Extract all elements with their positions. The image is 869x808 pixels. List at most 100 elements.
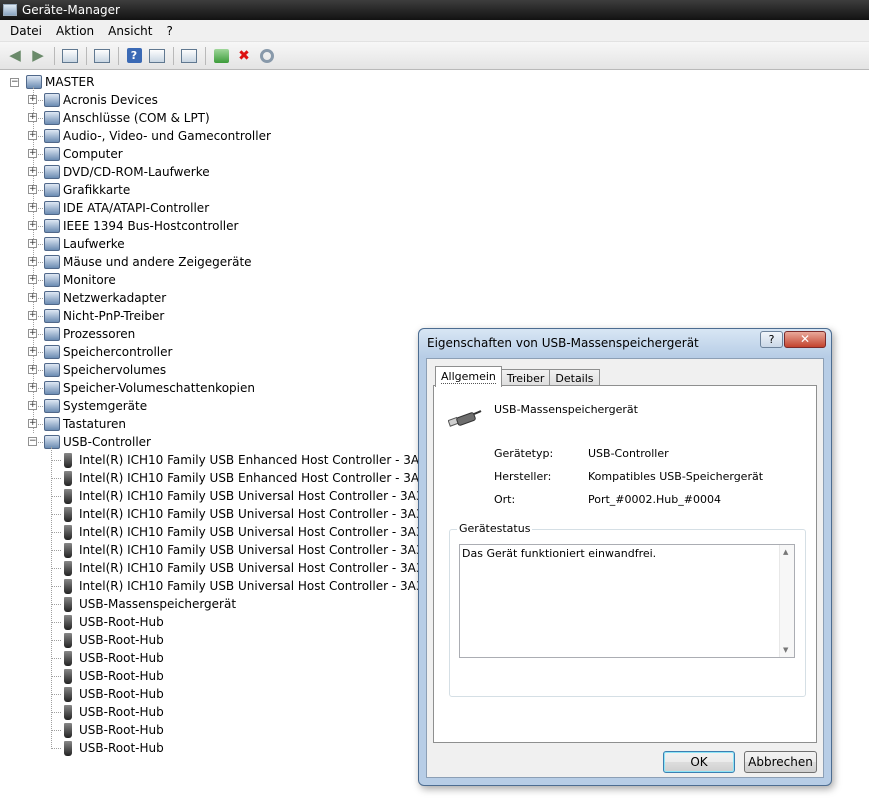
usb-device-item[interactable]: Intel(R) ICH10 Family USB Universal Host…: [60, 505, 431, 523]
expand-button[interactable]: +: [28, 203, 37, 212]
expand-button[interactable]: +: [28, 275, 37, 284]
tree-category[interactable]: Netzwerkadapter: [44, 289, 166, 307]
scroll-down-icon[interactable]: ▼: [783, 646, 788, 654]
menu-ansicht[interactable]: Ansicht: [101, 21, 159, 41]
forward-arrow-icon: ▶: [32, 46, 44, 64]
usb-connector-icon: [64, 524, 72, 540]
usb-device-item[interactable]: Intel(R) ICH10 Family USB Universal Host…: [60, 577, 431, 595]
expand-button[interactable]: +: [28, 347, 37, 356]
expand-button[interactable]: +: [28, 401, 37, 410]
usb-device-item[interactable]: USB-Root-Hub: [60, 685, 164, 703]
dialog-close-button[interactable]: ✕: [784, 331, 826, 348]
tree-category-label: Anschlüsse (COM & LPT): [63, 111, 210, 125]
cancel-button[interactable]: Abbrechen: [744, 751, 817, 773]
dialog-title-bar[interactable]: Eigenschaften von USB-Massenspeichergerä…: [419, 329, 831, 357]
tree-category[interactable]: Monitore: [44, 271, 116, 289]
expand-button[interactable]: +: [28, 95, 37, 104]
scroll-up-icon[interactable]: ▲: [783, 548, 788, 556]
usb-connector-icon: [64, 542, 72, 558]
tab-allgemein[interactable]: Allgemein: [435, 366, 502, 387]
menu-help[interactable]: ?: [159, 21, 179, 41]
tree-category-label: Speichervolumes: [63, 363, 167, 377]
category-icon: [44, 147, 60, 161]
usb-device-item[interactable]: Intel(R) ICH10 Family USB Universal Host…: [60, 487, 431, 505]
tree-category-label: DVD/CD-ROM-Laufwerke: [63, 165, 210, 179]
expand-button[interactable]: +: [28, 293, 37, 302]
tree-category[interactable]: Grafikkarte: [44, 181, 130, 199]
menu-datei[interactable]: Datei: [3, 21, 49, 41]
usb-device-item[interactable]: USB-Root-Hub: [60, 631, 164, 649]
expand-button[interactable]: +: [28, 419, 37, 428]
help-button[interactable]: ?: [123, 45, 145, 67]
expand-button[interactable]: +: [28, 131, 37, 140]
expand-button[interactable]: +: [28, 113, 37, 122]
tree-category[interactable]: Audio-, Video- und Gamecontroller: [44, 127, 271, 145]
console-tree-button[interactable]: [59, 45, 81, 67]
tree-category[interactable]: Speichercontroller: [44, 343, 172, 361]
disable-device-button[interactable]: ✖: [233, 45, 255, 67]
update-driver-button[interactable]: [210, 45, 232, 67]
tree-category[interactable]: DVD/CD-ROM-Laufwerke: [44, 163, 210, 181]
tree-category[interactable]: Speichervolumes: [44, 361, 166, 379]
forward-button[interactable]: ▶: [27, 45, 49, 67]
tree-root[interactable]: MASTER: [26, 73, 94, 91]
usb-device-item[interactable]: Intel(R) ICH10 Family USB Universal Host…: [60, 559, 431, 577]
tree-category-label: Nicht-PnP-Treiber: [63, 309, 165, 323]
dialog-help-button[interactable]: ?: [760, 331, 783, 348]
usb-device-item[interactable]: USB-Root-Hub: [60, 703, 164, 721]
usb-device-item[interactable]: USB-Root-Hub: [60, 649, 164, 667]
tree-category[interactable]: Nicht-PnP-Treiber: [44, 307, 164, 325]
uninstall-device-button[interactable]: [256, 45, 278, 67]
category-icon: [44, 93, 60, 107]
tree-category[interactable]: Mäuse und andere Zeigegeräte: [44, 253, 252, 271]
expand-button[interactable]: +: [28, 365, 37, 374]
usb-device-item[interactable]: USB-Root-Hub: [60, 613, 164, 631]
usb-device-item[interactable]: Intel(R) ICH10 Family USB Universal Host…: [60, 523, 431, 541]
expand-button[interactable]: +: [28, 149, 37, 158]
expand-button[interactable]: +: [28, 239, 37, 248]
scan-hardware-button[interactable]: [178, 45, 200, 67]
tree-category[interactable]: Acronis Devices: [44, 91, 158, 109]
collapse-usb-button[interactable]: −: [28, 437, 37, 446]
category-icon: [44, 129, 60, 143]
expand-button[interactable]: +: [28, 221, 37, 230]
tree-category[interactable]: IEEE 1394 Bus-Hostcontroller: [44, 217, 238, 235]
device-name: USB-Massenspeichergerät: [494, 403, 638, 416]
usb-connector-icon: [64, 704, 72, 720]
expand-button[interactable]: +: [28, 311, 37, 320]
collapse-root-button[interactable]: −: [10, 78, 19, 87]
category-icon: [44, 165, 60, 179]
tree-category[interactable]: Tastaturen: [44, 415, 126, 433]
usb-device-item[interactable]: USB-Massenspeichergerät: [60, 595, 236, 613]
usb-device-item[interactable]: USB-Root-Hub: [60, 739, 164, 757]
expand-button[interactable]: +: [28, 257, 37, 266]
usb-device-item[interactable]: Intel(R) ICH10 Family USB Enhanced Host …: [60, 451, 435, 469]
back-button[interactable]: ◀: [4, 45, 26, 67]
tree-category-label: Grafikkarte: [63, 183, 131, 197]
expand-button[interactable]: +: [28, 383, 37, 392]
tree-category[interactable]: IDE ATA/ATAPI-Controller: [44, 199, 209, 217]
show-hide-button[interactable]: [146, 45, 168, 67]
expand-button[interactable]: +: [28, 167, 37, 176]
tree-category[interactable]: Computer: [44, 145, 123, 163]
properties-button[interactable]: [91, 45, 113, 67]
usb-device-label: USB-Root-Hub: [79, 741, 164, 755]
tree-category[interactable]: Laufwerke: [44, 235, 125, 253]
tree-category[interactable]: Systemgeräte: [44, 397, 147, 415]
tree-category-label: USB-Controller: [63, 435, 151, 449]
status-scrollbar[interactable]: ▲ ▼: [779, 545, 794, 657]
tree-category[interactable]: Anschlüsse (COM & LPT): [44, 109, 210, 127]
usb-device-item[interactable]: USB-Root-Hub: [60, 667, 164, 685]
usb-device-item[interactable]: USB-Root-Hub: [60, 721, 164, 739]
usb-device-item[interactable]: Intel(R) ICH10 Family USB Enhanced Host …: [60, 469, 435, 487]
tree-category[interactable]: USB-Controller: [44, 433, 151, 451]
device-status-textbox[interactable]: Das Gerät funktioniert einwandfrei. ▲ ▼: [459, 544, 795, 658]
menu-aktion[interactable]: Aktion: [49, 21, 101, 41]
ok-button[interactable]: OK: [663, 751, 735, 773]
device-status-group: Gerätestatus Das Gerät funktioniert einw…: [449, 522, 806, 697]
usb-device-item[interactable]: Intel(R) ICH10 Family USB Universal Host…: [60, 541, 431, 559]
expand-button[interactable]: +: [28, 185, 37, 194]
tree-category[interactable]: Prozessoren: [44, 325, 135, 343]
expand-button[interactable]: +: [28, 329, 37, 338]
tree-category[interactable]: Speicher-Volumeschattenkopien: [44, 379, 255, 397]
